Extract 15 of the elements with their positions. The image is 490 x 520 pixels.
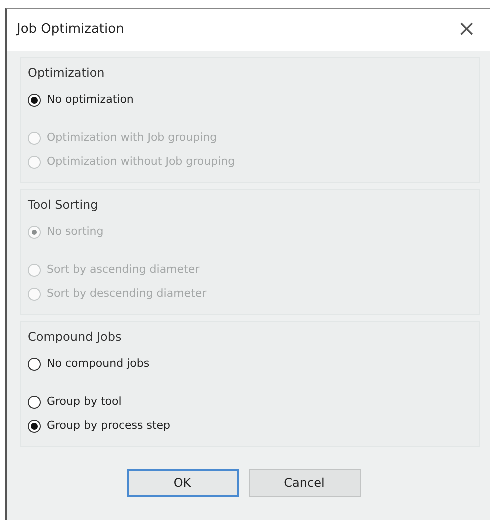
- radio-option[interactable]: No optimization: [28, 88, 134, 112]
- radio-option[interactable]: No compound jobs: [28, 352, 150, 376]
- ok-button[interactable]: OK: [126, 469, 238, 497]
- group-label: Compound Jobs: [28, 329, 122, 346]
- radio-button[interactable]: [28, 420, 41, 432]
- radio-option[interactable]: Group by process step: [28, 414, 171, 438]
- radio-option[interactable]: Group by tool: [28, 390, 122, 414]
- cancel-button[interactable]: Cancel: [248, 469, 360, 497]
- radio-button[interactable]: [28, 396, 41, 408]
- group-label: Optimization: [28, 65, 105, 82]
- radio-button[interactable]: [28, 94, 41, 106]
- close-button[interactable]: ×: [454, 19, 480, 41]
- radio-button[interactable]: [28, 358, 41, 370]
- window-title: Job Optimization: [17, 21, 124, 40]
- group-label: Tool Sorting: [28, 197, 98, 214]
